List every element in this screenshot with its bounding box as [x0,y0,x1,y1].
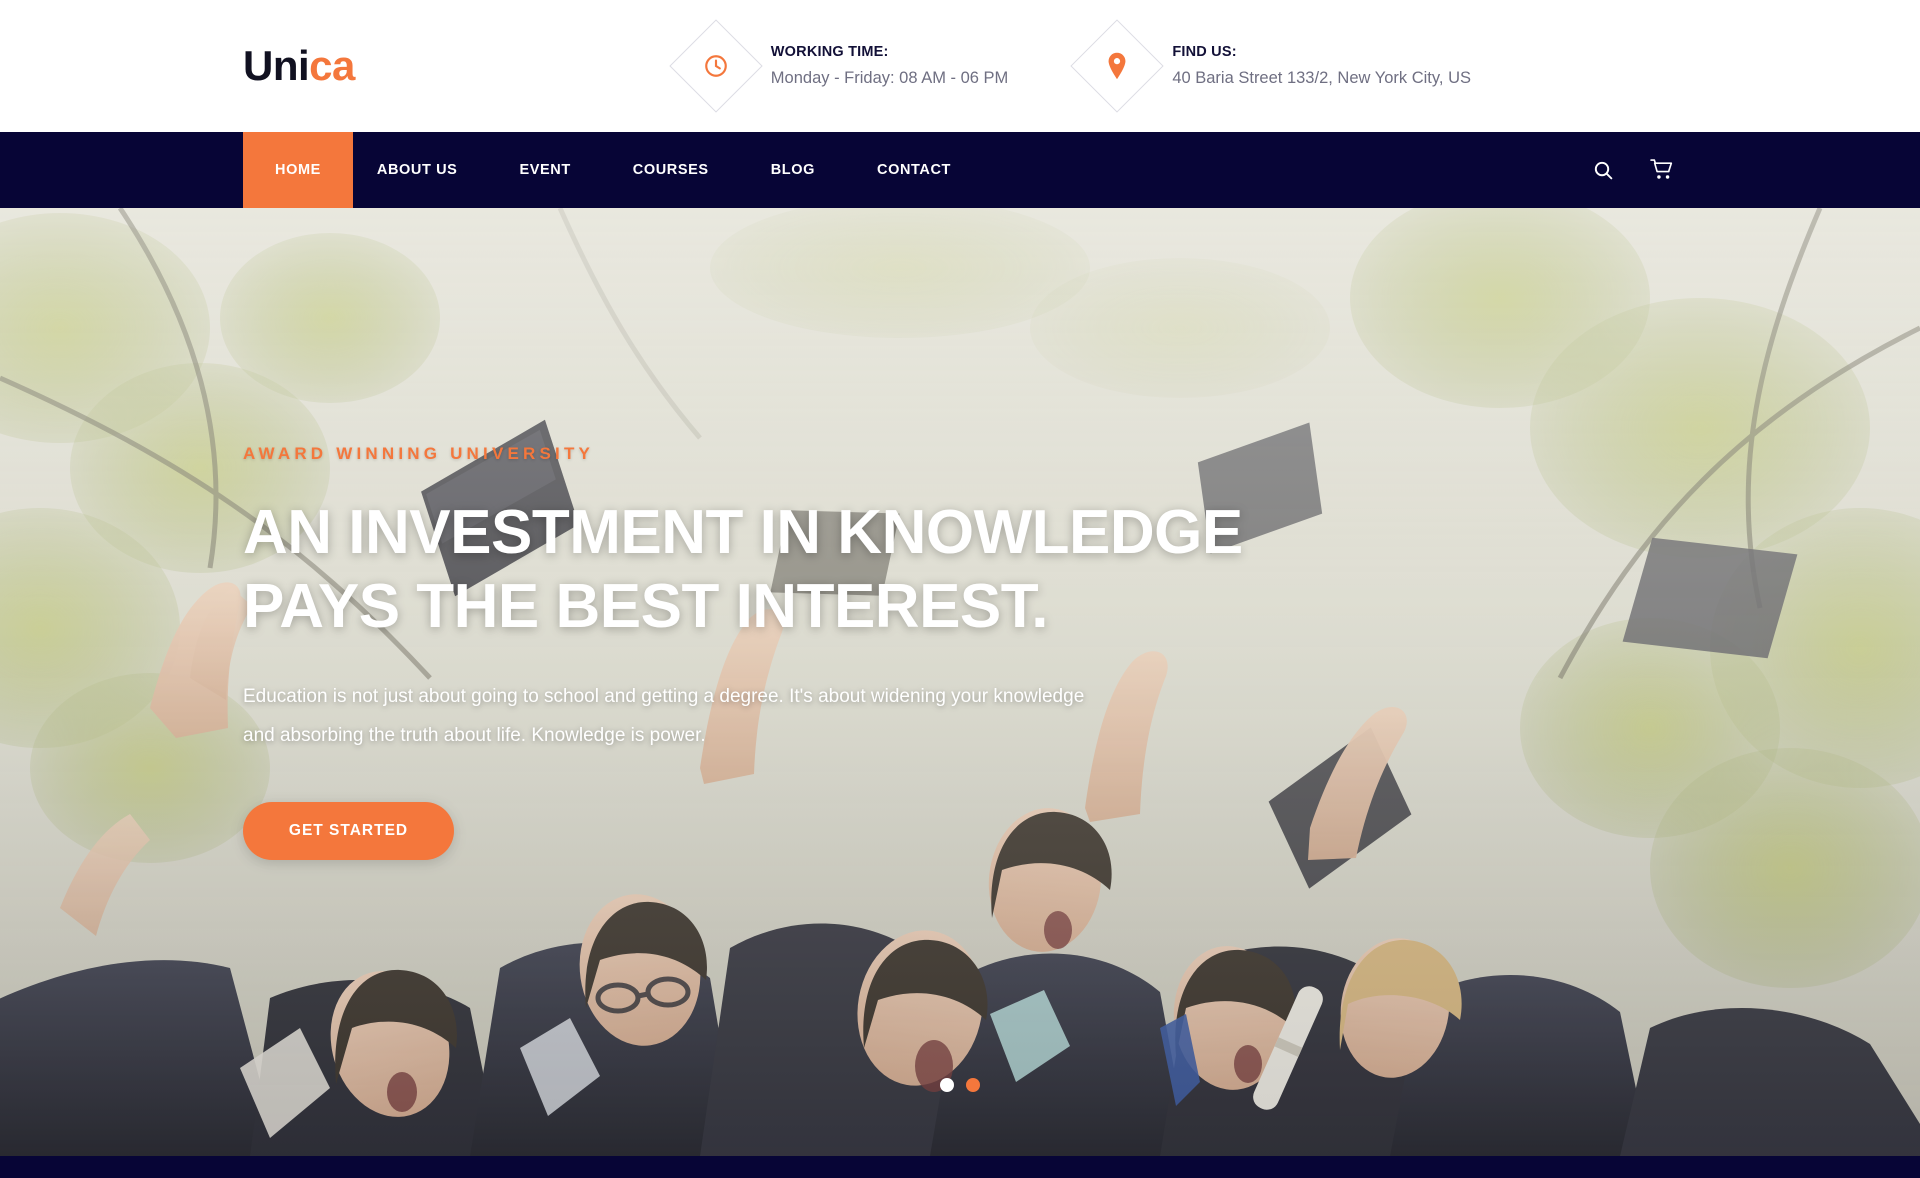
hero-title: AN INVESTMENT IN KNOWLEDGE PAYS THE BEST… [243,496,1243,645]
hero-slider-dots [0,1078,1920,1092]
nav-item-contact[interactable]: CONTACT [853,132,975,208]
get-started-button[interactable]: GET STARTED [243,802,454,861]
hero-description: Education is not just about going to sch… [243,686,1085,747]
slider-dot-2[interactable] [966,1078,980,1092]
hero-eyebrow: AWARD WINNING UNIVERSITY [243,443,595,463]
navigation-container: HOME ABOUT US EVENT COURSES BLOG CONTACT [243,132,1677,208]
map-pin-icon-frame [1070,19,1164,113]
working-time-value: Monday - Friday: 08 AM - 06 PM [770,68,1009,87]
clock-icon-frame [669,19,763,113]
clock-icon [703,53,729,79]
hero-title-line-2: PAYS THE BEST INTEREST. [243,572,1049,642]
nav-item-blog[interactable]: BLOG [747,132,839,208]
nav-item-home[interactable]: HOME [243,132,353,208]
slider-dot-1[interactable] [940,1078,954,1092]
site-logo[interactable]: Unica [243,45,355,87]
main-navigation-bar: HOME ABOUT US EVENT COURSES BLOG CONTACT [0,132,1920,208]
search-icon[interactable] [1591,158,1615,182]
top-header-container: Unica WORKING TIME: Monday - Friday: 08 … [243,19,1677,113]
nav-item-about-us[interactable]: ABOUT US [353,132,482,208]
hero-slider: AWARD WINNING UNIVERSITY AN INVESTMENT I… [0,208,1920,1156]
logo-text-accent: ca [309,42,355,89]
working-time-info: WORKING TIME: Monday - Friday: 08 AM - 0… [669,19,1009,113]
cart-icon[interactable] [1649,158,1673,182]
hero-title-line-1: AN INVESTMENT IN KNOWLEDGE [243,497,1243,567]
find-us-info: FIND US: 40 Baria Street 133/2, New York… [1070,19,1471,113]
nav-item-courses[interactable]: COURSES [609,132,733,208]
find-us-value: 40 Baria Street 133/2, New York City, US [1172,68,1471,87]
working-time-text: WORKING TIME: Monday - Friday: 08 AM - 0… [771,42,1009,91]
nav-item-event[interactable]: EVENT [495,132,594,208]
working-time-label: WORKING TIME: [770,43,889,60]
logo-text-primary: Uni [243,42,310,89]
navigation-action-icons [1591,132,1677,208]
next-section-strip [0,1156,1920,1178]
navigation-menu: HOME ABOUT US EVENT COURSES BLOG CONTACT [243,132,989,208]
header-info-group: WORKING TIME: Monday - Friday: 08 AM - 0… [669,19,1677,113]
top-header-bar: Unica WORKING TIME: Monday - Friday: 08 … [0,0,1920,132]
find-us-text: FIND US: 40 Baria Street 133/2, New York… [1172,42,1471,91]
find-us-label: FIND US: [1172,43,1237,60]
hero-content: AWARD WINNING UNIVERSITY AN INVESTMENT I… [243,208,1677,1156]
map-pin-icon [1106,52,1128,80]
